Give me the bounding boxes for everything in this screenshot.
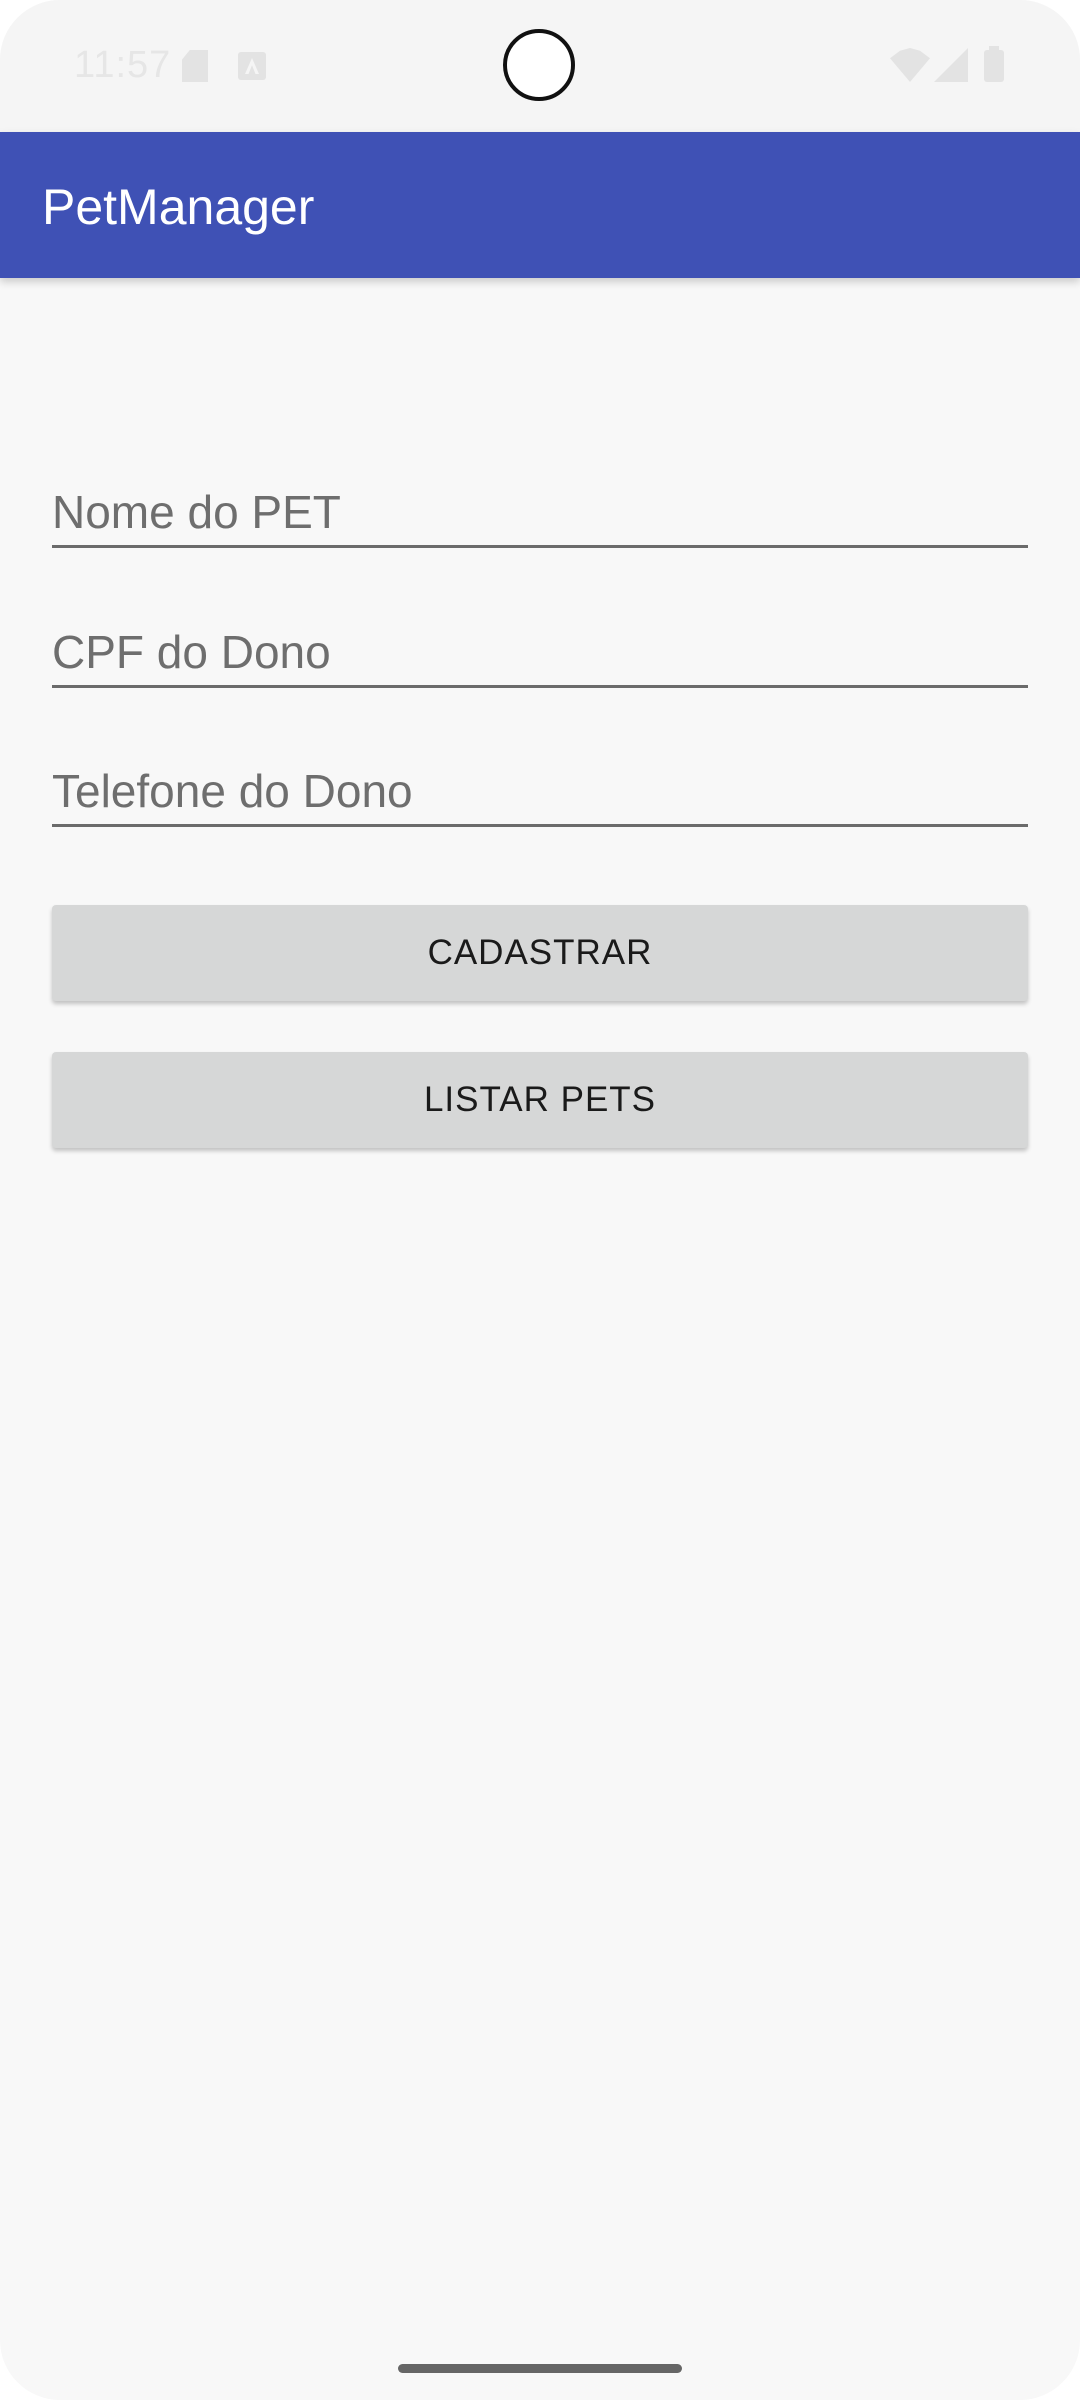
pet-name-field: [52, 468, 1028, 548]
cell-signal-icon: [934, 48, 968, 82]
owner-phone-input[interactable]: [52, 764, 1028, 818]
app-bar: PetManager: [0, 132, 1080, 278]
register-button[interactable]: CADASTRAR: [52, 905, 1028, 1001]
list-pets-button[interactable]: LISTAR PETS: [52, 1052, 1028, 1148]
status-time: 11:57: [74, 44, 172, 86]
camera-cutout: [503, 29, 575, 101]
status-bar: 11:57: [0, 0, 1080, 132]
owner-cpf-field: [52, 608, 1028, 688]
sd-card-icon: [182, 50, 208, 82]
owner-phone-field: [52, 747, 1028, 827]
pet-name-input[interactable]: [52, 485, 1028, 539]
battery-icon: [984, 46, 1004, 82]
device-screen: 11:57 PetManager CADASTRAR LISTAR PETS: [0, 0, 1080, 2400]
app-notification-icon: [238, 52, 266, 80]
gesture-navigation-bar[interactable]: [398, 2364, 682, 2373]
app-title: PetManager: [42, 179, 315, 235]
wifi-icon: [890, 48, 930, 82]
owner-cpf-input[interactable]: [52, 625, 1028, 679]
